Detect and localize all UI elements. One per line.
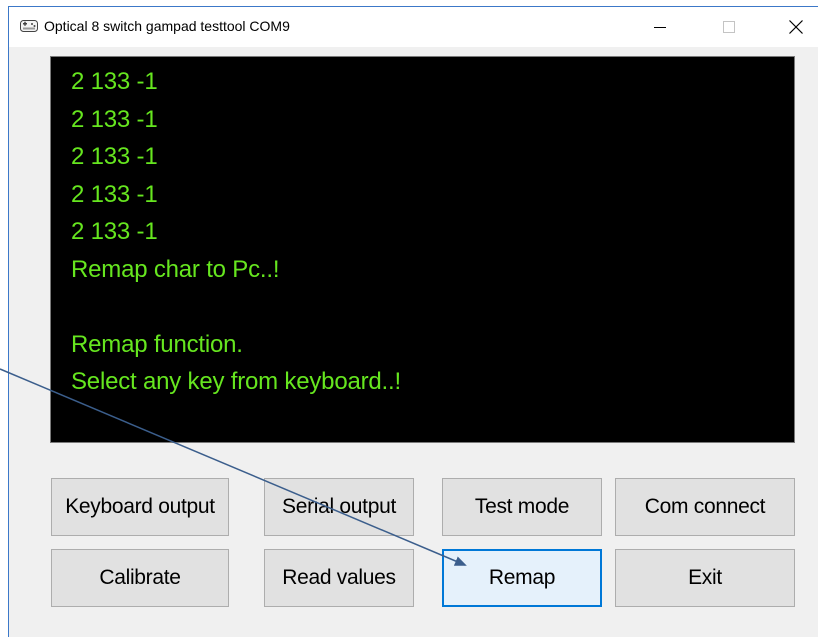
console-line: 2 133 -1 [71,68,158,95]
console-line: 2 133 -1 [71,105,158,133]
read-values-button[interactable]: Read values [264,549,414,607]
maximize-icon [723,21,735,33]
serial-output-button[interactable]: Serial output [264,478,414,536]
title-bar[interactable]: Optical 8 switch gampad testtool COM9 [9,7,818,47]
minimize-button[interactable] [637,7,683,47]
console-line: Select any key from keyboard..! [71,368,401,395]
close-icon [789,20,803,34]
com-connect-button[interactable]: Com connect [615,478,795,536]
close-button[interactable] [773,7,819,47]
test-mode-button[interactable]: Test mode [442,478,602,536]
maximize-button[interactable] [706,7,752,47]
console-line: 2 133 -1 [71,143,158,170]
remap-button[interactable]: Remap [442,549,602,607]
console-line: 2 133 -1 [71,218,158,245]
console-output[interactable]: 2 133 -1 2 133 -1 2 133 -1 2 133 -1 2 13… [50,56,795,443]
gamepad-icon [20,20,38,32]
app-window: Optical 8 switch gampad testtool COM9 2 … [8,6,818,637]
console-lines: 2 133 -1 2 133 -1 2 133 -1 2 133 -1 2 13… [71,63,401,401]
calibrate-button[interactable]: Calibrate [51,549,229,607]
screen: Optical 8 switch gampad testtool COM9 2 … [0,0,819,638]
console-line: 2 133 -1 [71,180,158,208]
console-line: Remap function. [71,330,243,358]
console-line: Remap char to Pc..! [71,255,280,283]
window-title: Optical 8 switch gampad testtool COM9 [44,18,290,34]
minimize-icon [654,27,666,28]
keyboard-output-button[interactable]: Keyboard output [51,478,229,536]
exit-button[interactable]: Exit [615,549,795,607]
